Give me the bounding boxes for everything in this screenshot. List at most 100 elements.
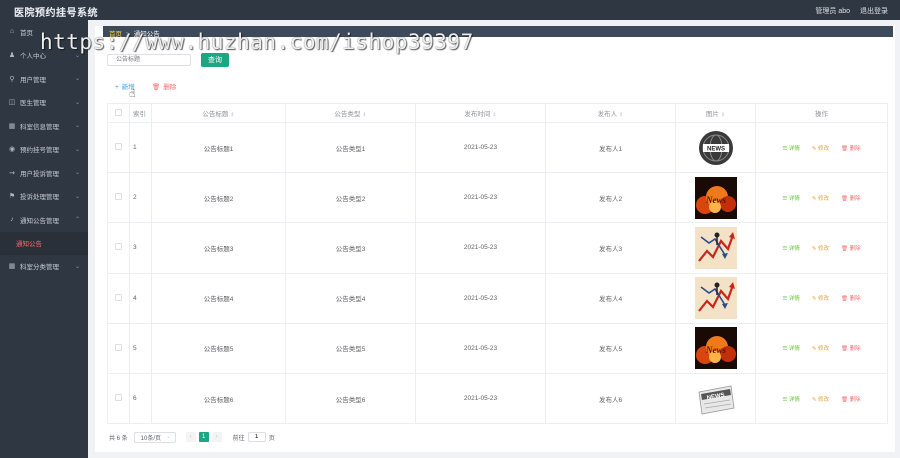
- select-all-cell[interactable]: [107, 103, 130, 123]
- sidebar-item[interactable]: ♪ 通知公告管理 ⌃: [0, 208, 88, 232]
- delete-button[interactable]: 🗑 删除: [841, 346, 861, 352]
- goto-label: 前往: [232, 435, 245, 442]
- svg-text:News: News: [705, 195, 726, 205]
- breadcrumb-home[interactable]: 首页: [109, 31, 122, 38]
- notice-thumbnail-image: News: [694, 327, 737, 370]
- chevron-down-icon: ⌄: [74, 170, 80, 177]
- edit-button[interactable]: ✎ 修改: [812, 346, 829, 352]
- row-checkbox[interactable]: [115, 193, 122, 201]
- row-type: 公告类型6: [285, 372, 416, 425]
- sidebar-item[interactable]: ♟ 个人中心 ⌄: [0, 44, 88, 68]
- header-publisher-label: 发布人: [597, 111, 618, 118]
- edit-button[interactable]: ✎ 修改: [812, 196, 829, 202]
- row-select-cell[interactable]: [107, 222, 130, 274]
- sidebar-item[interactable]: ▦ 科室分类管理 ⌄: [0, 255, 88, 279]
- svg-text:News: News: [705, 345, 726, 355]
- sort-icon[interactable]: ⇕: [362, 112, 366, 118]
- notice-thumbnail-image: NEWS: [694, 126, 737, 169]
- edit-button[interactable]: ✎ 修改: [812, 246, 829, 252]
- delete-label: 删除: [849, 296, 861, 303]
- delete-button[interactable]: 🗑 删除: [841, 397, 861, 403]
- search-button[interactable]: 查询: [201, 53, 229, 67]
- chevron-down-icon: ⌄: [74, 146, 80, 153]
- breadcrumb-current: 通知公告: [133, 31, 160, 38]
- detail-button[interactable]: ☰ 详情: [782, 296, 799, 302]
- row-checkbox[interactable]: [115, 343, 122, 351]
- edit-button[interactable]: ✎ 修改: [812, 296, 829, 302]
- main-panel: 首页>通知公告 查询 +新增 ☝ 🗑删除 索引 公告标题⇕ 公告类型⇕ 发布时间…: [95, 26, 895, 452]
- detail-button[interactable]: ☰ 详情: [782, 246, 799, 252]
- grid-icon: ▦: [8, 122, 16, 130]
- select-all-checkbox[interactable]: [115, 108, 122, 116]
- notice-thumbnail-image: News: [694, 176, 737, 219]
- row-time: 2021-05-23: [415, 272, 546, 324]
- edit-button[interactable]: ✎ 修改: [812, 146, 829, 152]
- sort-icon[interactable]: ⇕: [619, 112, 623, 118]
- header-index: 索引: [129, 103, 152, 123]
- batch-delete-label: 删除: [163, 84, 177, 91]
- title-search-input[interactable]: [107, 54, 191, 66]
- chevron-down-icon: ⌄: [74, 99, 80, 106]
- detail-button[interactable]: ☰ 详情: [782, 346, 799, 352]
- row-select-cell[interactable]: [107, 121, 130, 174]
- delete-button[interactable]: 🗑 删除: [841, 296, 861, 302]
- top-bar: 医院预约挂号系统 管理员 abo 退出登录: [0, 0, 900, 20]
- trash-icon: 🗑: [841, 195, 850, 202]
- row-index: 4: [129, 272, 152, 324]
- row-checkbox[interactable]: [115, 143, 122, 151]
- edit-button[interactable]: ✎ 修改: [812, 397, 829, 403]
- sort-icon[interactable]: ⇕: [230, 112, 234, 118]
- sidebar-item-label: 投诉处理管理: [20, 194, 59, 202]
- header-time[interactable]: 发布时间 ⇕: [415, 103, 546, 123]
- detail-button[interactable]: ☰ 详情: [782, 196, 799, 202]
- page-suffix-label: 页: [268, 435, 275, 442]
- sidebar-item[interactable]: ⌂ 首页: [0, 20, 88, 44]
- row-image: News: [675, 172, 756, 224]
- row-checkbox[interactable]: [115, 243, 122, 251]
- sidebar-item-label: 科室分类管理: [20, 264, 59, 272]
- sidebar-item[interactable]: ⇝ 用户投诉管理 ⌄: [0, 161, 88, 185]
- svg-text:NEWS: NEWS: [707, 146, 725, 152]
- row-select-cell[interactable]: [107, 272, 130, 324]
- row-select-cell[interactable]: [107, 322, 130, 374]
- delete-button[interactable]: 🗑 删除: [841, 246, 861, 252]
- prev-page-button[interactable]: ‹: [185, 432, 196, 442]
- row-select-cell[interactable]: [107, 172, 130, 224]
- sidebar-item[interactable]: ⚑ 投诉处理管理 ⌄: [0, 185, 88, 209]
- detail-button[interactable]: ☰ 详情: [782, 146, 799, 152]
- header-type[interactable]: 公告类型 ⇕: [285, 103, 416, 123]
- row-type: 公告类型4: [285, 272, 416, 324]
- notice-thumbnail-image: [694, 277, 737, 320]
- breadcrumb-separator: >: [126, 31, 130, 38]
- goto-page-input[interactable]: [247, 432, 266, 442]
- sidebar-item[interactable]: ⚲ 用户管理 ⌄: [0, 67, 88, 91]
- header-image[interactable]: 图片 ⇕: [675, 103, 756, 123]
- sidebar-item-label: 首页: [20, 29, 33, 37]
- delete-button[interactable]: 🗑 删除: [841, 146, 861, 152]
- sidebar-item[interactable]: ▦ 科室信息管理 ⌄: [0, 114, 88, 138]
- page-size-select[interactable]: 10条/页 ⌄: [133, 431, 176, 443]
- delete-button[interactable]: 🗑 删除: [841, 196, 861, 202]
- pagination-total: 共 6 条: [109, 435, 128, 442]
- header-title[interactable]: 公告标题 ⇕: [151, 103, 286, 123]
- row-checkbox[interactable]: [115, 293, 122, 301]
- row-publisher: 发布人1: [545, 121, 676, 174]
- logout-link[interactable]: 退出登录: [860, 8, 888, 15]
- chevron-down-icon: ⌄: [74, 52, 80, 59]
- batch-delete-button[interactable]: 🗑 删除: [152, 81, 176, 91]
- sidebar-subitem-notice[interactable]: 通知公告: [0, 231, 88, 255]
- next-page-button[interactable]: ›: [211, 432, 222, 442]
- row-publisher: 发布人3: [545, 222, 676, 274]
- sort-icon[interactable]: ⇕: [492, 112, 496, 118]
- detail-button[interactable]: ☰ 详情: [782, 397, 799, 403]
- sidebar-item[interactable]: ◉ 预约挂号管理 ⌄: [0, 138, 88, 162]
- header-publisher[interactable]: 发布人 ⇕: [545, 103, 676, 123]
- detail-label: 详情: [788, 396, 800, 403]
- page-number-current[interactable]: 1: [198, 432, 209, 442]
- row-actions: ☰ 详情 ✎ 修改 🗑 删除: [755, 222, 888, 274]
- row-checkbox[interactable]: [115, 394, 122, 402]
- sort-icon[interactable]: ⇕: [721, 112, 725, 118]
- row-select-cell[interactable]: [107, 372, 130, 425]
- sidebar-item[interactable]: ◫ 医生管理 ⌄: [0, 91, 88, 115]
- trash-icon: 🗑: [152, 84, 161, 91]
